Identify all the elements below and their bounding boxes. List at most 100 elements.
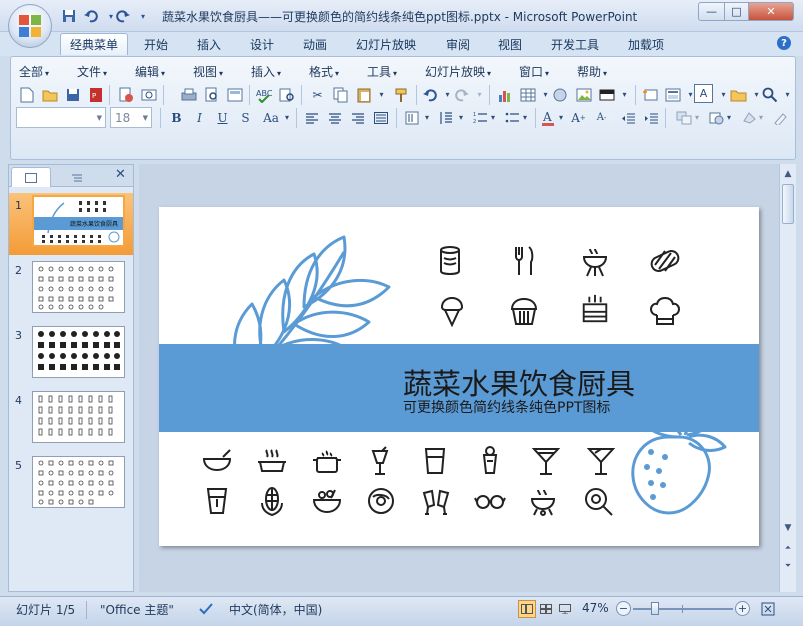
print-icon[interactable]	[178, 84, 199, 105]
menu-format[interactable]: 格式 ▾	[309, 63, 339, 80]
fit-to-window-icon[interactable]	[759, 600, 777, 618]
shape-dropdown-icon[interactable]: ▾	[614, 84, 635, 105]
new-document-icon[interactable]	[16, 84, 37, 105]
print-preview-icon[interactable]	[201, 84, 222, 105]
research-icon[interactable]	[276, 84, 297, 105]
shape-styles-dropdown-icon[interactable]: ▾	[723, 107, 735, 128]
close-pane-icon[interactable]: ✕	[115, 167, 126, 182]
zoom-out-button[interactable]: −	[616, 601, 631, 616]
shadow-button[interactable]: S	[235, 107, 256, 128]
menu-insert[interactable]: 插入 ▾	[251, 63, 281, 80]
line-spacing-icon[interactable]	[435, 107, 456, 128]
zoom-in-button[interactable]: +	[735, 601, 750, 616]
tab-outline[interactable]	[55, 168, 99, 187]
redo-icon[interactable]	[114, 7, 132, 25]
case-dropdown-icon[interactable]: ▾	[281, 107, 293, 128]
bold-button[interactable]: B	[166, 107, 187, 128]
align-center-icon[interactable]	[324, 107, 345, 128]
undo-icon[interactable]	[82, 7, 100, 25]
redo-list-icon[interactable]: ▾	[469, 84, 490, 105]
tab-view[interactable]: 视图	[489, 33, 531, 55]
menu-help[interactable]: 帮助 ▾	[577, 63, 607, 80]
scroll-up-icon[interactable]: ▲	[780, 166, 796, 182]
slide-thumbnail-2[interactable]	[32, 261, 125, 313]
font-name-combo[interactable]: ▼	[16, 107, 106, 128]
new-slide-icon[interactable]	[639, 84, 660, 105]
menu-file[interactable]: 文件 ▾	[77, 63, 107, 80]
minimize-button[interactable]: —	[698, 2, 725, 21]
insert-chart-icon[interactable]	[494, 84, 515, 105]
permission-icon[interactable]	[115, 84, 136, 105]
tab-classic-menu[interactable]: 经典菜单	[60, 33, 129, 55]
slide-thumbnail-3[interactable]	[32, 326, 125, 378]
shape-fill-dropdown-icon[interactable]: ▾	[755, 107, 767, 128]
tab-addins[interactable]: 加载项	[619, 33, 673, 55]
increase-indent-icon[interactable]	[640, 107, 661, 128]
slide-sorter-button[interactable]	[538, 601, 554, 617]
copy-icon[interactable]	[330, 84, 351, 105]
text-box-icon[interactable]: A	[694, 84, 713, 103]
align-right-icon[interactable]	[347, 107, 368, 128]
current-slide[interactable]: 蔬菜水果饮食厨具 可更换颜色简约线条纯色PPT图标	[159, 207, 759, 546]
spelling-icon[interactable]: ABC	[253, 84, 274, 105]
menu-window[interactable]: 窗口 ▾	[519, 63, 549, 80]
save-toolbar-icon[interactable]	[62, 84, 83, 105]
text-direction-dropdown-icon[interactable]: ▾	[421, 107, 433, 128]
decrease-indent-icon[interactable]	[617, 107, 638, 128]
help-icon[interactable]: ?	[777, 36, 791, 50]
close-button[interactable]: ✕	[748, 2, 794, 21]
menu-all[interactable]: 全部 ▾	[19, 63, 49, 80]
maximize-button[interactable]: □	[724, 2, 749, 21]
insert-picture-icon[interactable]	[573, 84, 594, 105]
arrange-dropdown-icon[interactable]: ▾	[691, 107, 703, 128]
next-slide-icon[interactable]: ⏷	[780, 558, 796, 574]
zoom-slider-track[interactable]	[633, 608, 733, 610]
spelling-status-icon[interactable]	[198, 602, 214, 619]
numbering-dropdown-icon[interactable]: ▾	[487, 107, 499, 128]
tab-slides[interactable]	[11, 167, 51, 187]
tab-insert[interactable]: 插入	[188, 33, 230, 55]
paste-dropdown-icon[interactable]: ▾	[371, 84, 392, 105]
shape-outline-icon[interactable]	[769, 107, 790, 128]
customize-qat-icon[interactable]: ▾	[134, 7, 152, 25]
line-spacing-dropdown-icon[interactable]: ▾	[455, 107, 467, 128]
view-icon[interactable]	[224, 84, 245, 105]
shrink-font-icon[interactable]: A-	[591, 107, 612, 128]
scroll-thumb[interactable]	[782, 184, 794, 224]
open-folder-icon[interactable]	[39, 84, 60, 105]
save-icon[interactable]	[60, 7, 78, 25]
zoom-slider-thumb[interactable]	[651, 602, 659, 615]
save-as-pdf-icon[interactable]: P	[85, 84, 106, 105]
menu-edit[interactable]: 编辑 ▾	[135, 63, 165, 80]
tab-slideshow[interactable]: 幻灯片放映	[347, 33, 425, 55]
menu-slideshow[interactable]: 幻灯片放映 ▾	[425, 63, 491, 80]
font-size-combo[interactable]: 18 ▼	[110, 107, 152, 128]
menu-tools[interactable]: 工具 ▾	[367, 63, 397, 80]
format-painter-icon[interactable]	[391, 84, 412, 105]
zoom-level[interactable]: 47%	[582, 601, 609, 615]
slide-thumbnail-5[interactable]	[32, 456, 125, 508]
grow-font-icon[interactable]: A +	[568, 107, 589, 128]
text-direction-icon[interactable]	[401, 107, 422, 128]
menu-view[interactable]: 视图 ▾	[193, 63, 223, 80]
normal-view-button[interactable]	[518, 600, 536, 618]
language-status[interactable]: 中文(简体，中国)	[229, 601, 322, 618]
slide-thumbnail-1[interactable]: 蔬菜水果饮食厨具	[32, 195, 125, 247]
attach-icon[interactable]	[138, 84, 159, 105]
insert-clipart-icon[interactable]	[549, 84, 570, 105]
justify-icon[interactable]	[370, 107, 391, 128]
office-button[interactable]	[8, 4, 52, 48]
font-color-dropdown-icon[interactable]: ▾	[555, 107, 567, 128]
scroll-down-icon[interactable]: ▼	[780, 520, 796, 536]
tab-home[interactable]: 开始	[135, 33, 177, 55]
vertical-scrollbar[interactable]: ▲ ▼ ⏶ ⏷	[779, 164, 796, 592]
tab-animation[interactable]: 动画	[294, 33, 336, 55]
previous-slide-icon[interactable]: ⏶	[780, 540, 796, 556]
slideshow-button[interactable]	[557, 601, 573, 617]
zoom-dropdown-icon[interactable]: ▾	[777, 84, 798, 105]
italic-button[interactable]: I	[189, 107, 210, 128]
bullets-dropdown-icon[interactable]: ▾	[519, 107, 531, 128]
tab-developer[interactable]: 开发工具	[542, 33, 608, 55]
underline-button[interactable]: U	[212, 107, 233, 128]
slide-subtitle[interactable]: 可更换颜色简约线条纯色PPT图标	[403, 397, 610, 417]
